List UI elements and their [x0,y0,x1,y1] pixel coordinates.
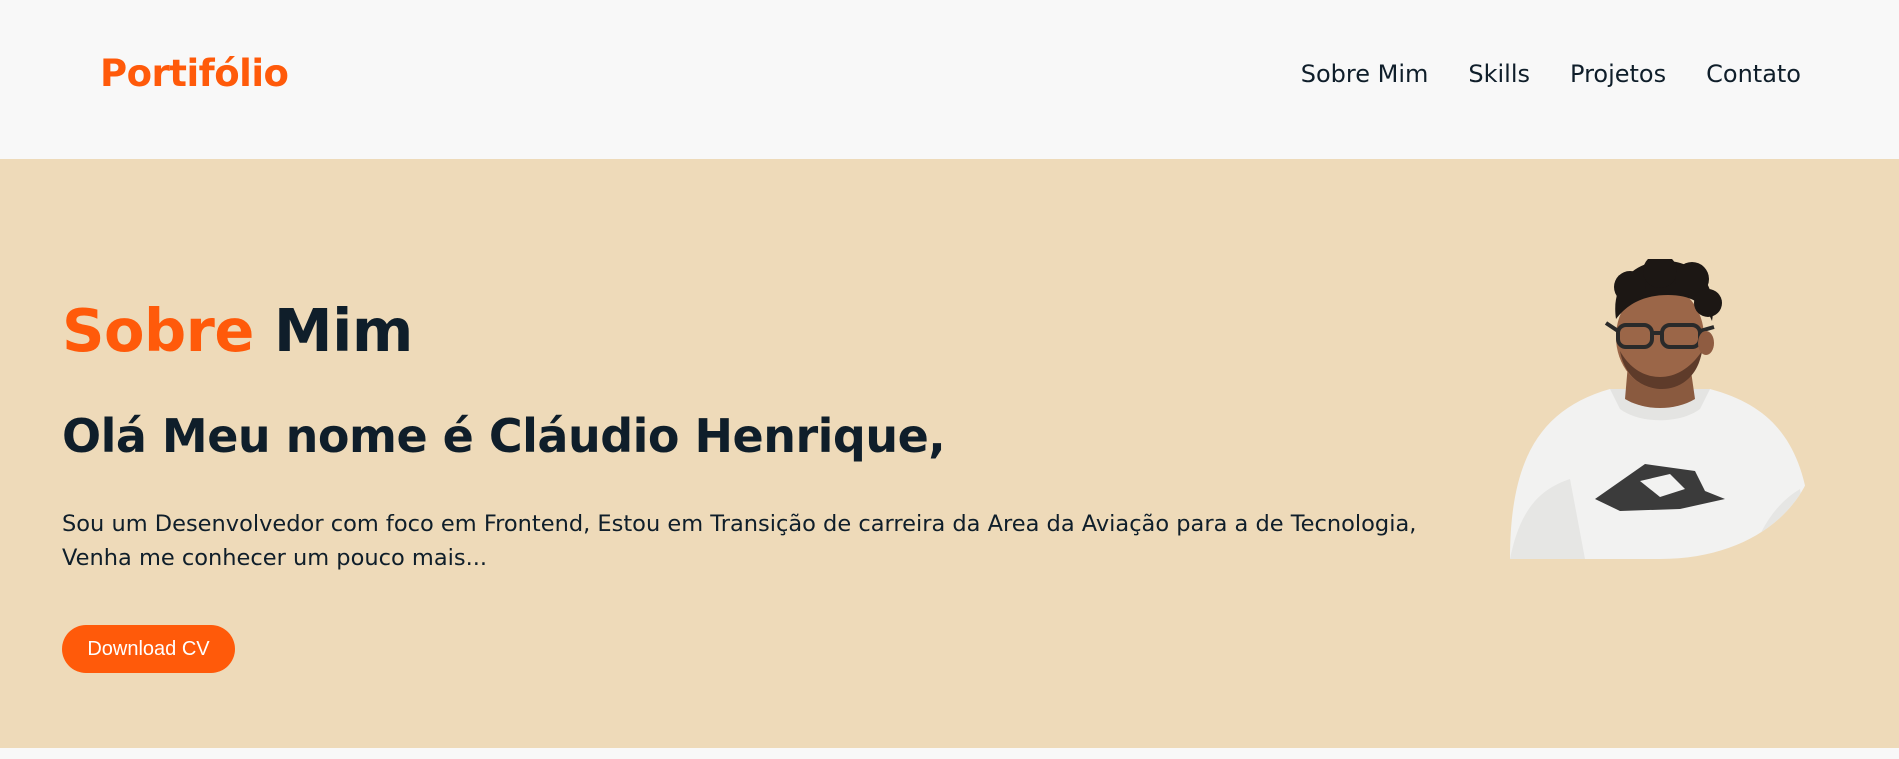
section-title-rest: Mim [273,296,413,365]
bottom-divider [0,748,1899,759]
greeting-heading: Olá Meu nome é Cláudio Henrique, [62,409,946,463]
section-title-accent: Sobre [62,296,254,365]
intro-paragraph: Sou um Desenvolvedor com foco em Fronten… [62,507,1482,575]
section-title: Sobre Mim [62,296,413,365]
main-nav: Sobre Mim Skills Projetos Contato [1301,60,1801,88]
nav-link-sobre-mim[interactable]: Sobre Mim [1301,60,1429,88]
intro-line-2: Venha me conhecer um pouco mais... [62,545,488,571]
site-logo[interactable]: Portifólio [100,52,289,95]
nav-link-contato[interactable]: Contato [1706,60,1801,88]
nav-link-projetos[interactable]: Projetos [1570,60,1666,88]
intro-line-1: Sou um Desenvolvedor com foco em Fronten… [62,511,1417,537]
download-cv-button[interactable]: Download CV [62,625,235,673]
about-section: Sobre Mim Olá Meu nome é Cláudio Henriqu… [0,159,1899,748]
top-navbar: Portifólio Sobre Mim Skills Projetos Con… [0,0,1899,159]
nav-link-skills[interactable]: Skills [1468,60,1530,88]
profile-photo [1500,259,1818,559]
